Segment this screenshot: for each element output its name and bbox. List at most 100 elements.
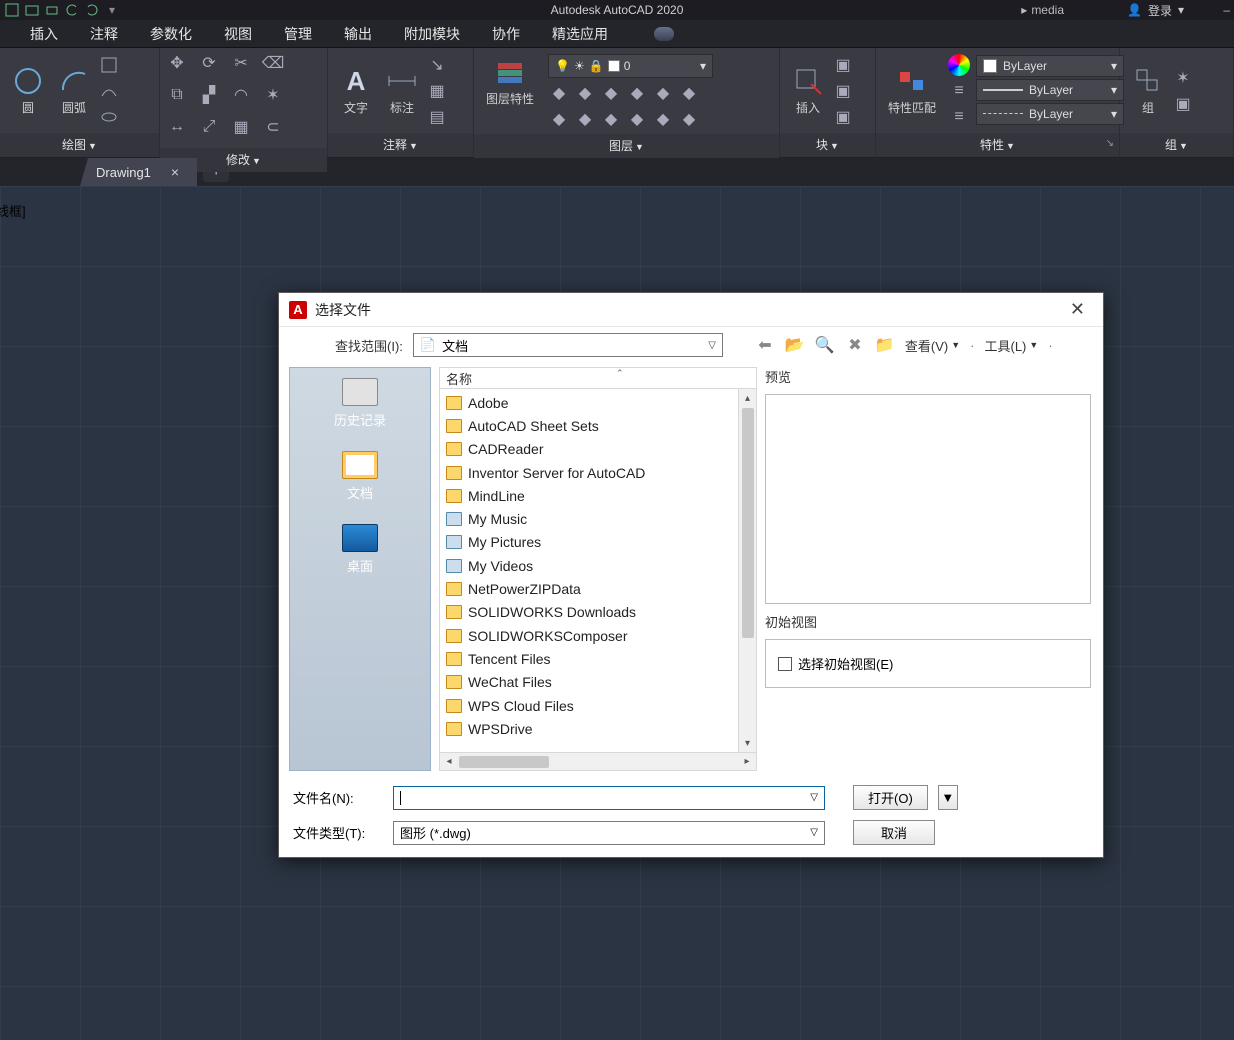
file-row[interactable]: WeChat Files <box>444 671 734 694</box>
tools-menu-button[interactable]: 工具(L) ▼ <box>985 336 1039 355</box>
file-row[interactable]: Tencent Files <box>444 647 734 670</box>
place-documents[interactable]: 文档 <box>342 451 378 502</box>
horizontal-scrollbar[interactable]: ◂ ▸ <box>439 753 757 771</box>
array-icon[interactable]: ▦ <box>230 116 252 138</box>
layer-tool-5-icon[interactable]: ◆ <box>652 82 674 104</box>
search-web-button[interactable]: 🔍 <box>815 335 835 355</box>
mirror-icon[interactable]: ▞ <box>198 84 220 106</box>
tab-featured[interactable]: 精选应用 <box>536 20 624 48</box>
tab-extra-icon[interactable] <box>654 27 674 41</box>
qat-open-icon[interactable] <box>24 2 40 18</box>
new-folder-button[interactable]: 📁 <box>875 335 895 355</box>
panel-title-properties[interactable]: 特性▼↘ <box>876 133 1119 157</box>
explode-icon[interactable]: ✶ <box>262 84 284 106</box>
stretch-icon[interactable]: ↔ <box>166 116 188 138</box>
leader-icon[interactable]: ↘ <box>426 54 448 76</box>
group-button[interactable]: 组 <box>1126 61 1170 120</box>
dimension-button[interactable]: 标注 <box>380 61 424 120</box>
hscroll-thumb[interactable] <box>459 756 549 768</box>
tab-manage[interactable]: 管理 <box>268 20 328 48</box>
group-tool-2-icon[interactable]: ▣ <box>1172 93 1194 115</box>
file-row[interactable]: AutoCAD Sheet Sets <box>444 414 734 437</box>
layer-tool-3-icon[interactable]: ◆ <box>600 82 622 104</box>
trim-icon[interactable]: ✂ <box>230 52 252 74</box>
file-row[interactable]: My Music <box>444 507 734 530</box>
layer-tool-1-icon[interactable]: ◆ <box>548 82 570 104</box>
block-tool-3-icon[interactable]: ▣ <box>832 106 854 128</box>
file-row[interactable]: Inventor Server for AutoCAD <box>444 461 734 484</box>
insert-block-button[interactable]: 插入 <box>786 61 830 120</box>
table2-icon[interactable]: ▤ <box>426 106 448 128</box>
text-button[interactable]: A 文字 <box>334 61 378 120</box>
prop-list2-icon[interactable]: ≡ <box>948 106 970 128</box>
filename-input[interactable]: ▽ <box>393 786 825 810</box>
file-row[interactable]: CADReader <box>444 438 734 461</box>
qat-print-icon[interactable] <box>44 2 60 18</box>
panel-title-block[interactable]: 块▼ <box>780 133 875 157</box>
up-folder-button[interactable]: 📂 <box>785 335 805 355</box>
tab-output[interactable]: 输出 <box>328 20 388 48</box>
scroll-right-icon[interactable]: ▸ <box>738 756 756 767</box>
close-dialog-button[interactable]: ✕ <box>1062 295 1093 324</box>
file-row[interactable]: WPS Cloud Files <box>444 694 734 717</box>
layer-tool-8-icon[interactable]: ◆ <box>574 108 596 130</box>
vertical-scrollbar[interactable]: ▴ ▾ <box>738 389 756 752</box>
color-wheel-icon[interactable] <box>948 54 970 76</box>
layer-combo[interactable]: 💡 ☀ 🔒 0 ▾ <box>548 54 713 78</box>
place-desktop[interactable]: 桌面 <box>342 524 378 575</box>
block-tool-1-icon[interactable]: ▣ <box>832 54 854 76</box>
layer-tool-9-icon[interactable]: ◆ <box>600 108 622 130</box>
file-row[interactable]: Adobe <box>444 391 734 414</box>
tab-annotate[interactable]: 注释 <box>74 20 134 48</box>
open-button[interactable]: 打开(O) <box>853 785 928 810</box>
layer-tool-4-icon[interactable]: ◆ <box>626 82 648 104</box>
draw-tool-3-icon[interactable] <box>98 106 120 128</box>
close-tab-icon[interactable]: × <box>171 164 179 180</box>
viewport-label[interactable]: 线框] <box>0 201 26 220</box>
file-row[interactable]: MindLine <box>444 484 734 507</box>
layer-tool-7-icon[interactable]: ◆ <box>548 108 570 130</box>
file-list-header[interactable]: 名称 ⌃ <box>439 367 757 389</box>
view-menu-button[interactable]: 查看(V) ▼ <box>905 336 960 355</box>
file-row[interactable]: My Videos <box>444 554 734 577</box>
file-row[interactable]: WPSDrive <box>444 717 734 740</box>
qat-undo-icon[interactable] <box>64 2 80 18</box>
file-row[interactable]: My Pictures <box>444 531 734 554</box>
tab-collab[interactable]: 协作 <box>476 20 536 48</box>
match-properties-button[interactable]: 特性匹配 <box>882 61 942 120</box>
tab-insert[interactable]: 插入 <box>14 20 74 48</box>
tab-view[interactable]: 视图 <box>208 20 268 48</box>
layer-properties-button[interactable]: 图层特性 <box>480 52 540 111</box>
layer-tool-2-icon[interactable]: ◆ <box>574 82 596 104</box>
lookin-combo[interactable]: 📄 文档 ▽ <box>413 333 723 357</box>
user-area[interactable]: 👤 登录 ▾ <box>1127 2 1184 19</box>
lineweight-combo[interactable]: ByLayer▾ <box>976 79 1124 101</box>
qat-save-icon[interactable] <box>4 2 20 18</box>
file-row[interactable]: SOLIDWORKS Downloads <box>444 601 734 624</box>
tab-parametric[interactable]: 参数化 <box>134 20 208 48</box>
place-history[interactable]: 历史记录 <box>334 378 386 429</box>
color-combo[interactable]: ByLayer▾ <box>976 55 1124 77</box>
erase-icon[interactable]: ⌫ <box>262 52 284 74</box>
scroll-up-icon[interactable]: ▴ <box>739 389 756 407</box>
table-icon[interactable]: ▦ <box>426 80 448 102</box>
draw-tool-2-icon[interactable] <box>98 80 120 102</box>
tab-addins[interactable]: 附加模块 <box>388 20 476 48</box>
qat-redo-icon[interactable] <box>84 2 100 18</box>
file-row[interactable]: SOLIDWORKSComposer <box>444 624 734 647</box>
arc-button[interactable]: 圆弧 <box>52 61 96 120</box>
back-button[interactable]: ⬅ <box>755 335 775 355</box>
cancel-button[interactable]: 取消 <box>853 820 935 845</box>
rotate-icon[interactable]: ⟳ <box>198 52 220 74</box>
prop-list-icon[interactable]: ≡ <box>948 80 970 102</box>
document-tab[interactable]: Drawing1 × <box>80 158 197 186</box>
search-box[interactable]: ▸ media <box>1021 3 1064 17</box>
move-icon[interactable]: ✥ <box>166 52 188 74</box>
scale-icon[interactable]: ⤢ <box>198 116 220 138</box>
layer-tool-6-icon[interactable]: ◆ <box>678 82 700 104</box>
block-tool-2-icon[interactable]: ▣ <box>832 80 854 102</box>
panel-title-annotate[interactable]: 注释▼ <box>328 133 473 157</box>
qat-more-icon[interactable]: ▾ <box>104 2 120 18</box>
file-row[interactable]: NetPowerZIPData <box>444 577 734 600</box>
initial-view-checkbox[interactable] <box>778 657 792 671</box>
